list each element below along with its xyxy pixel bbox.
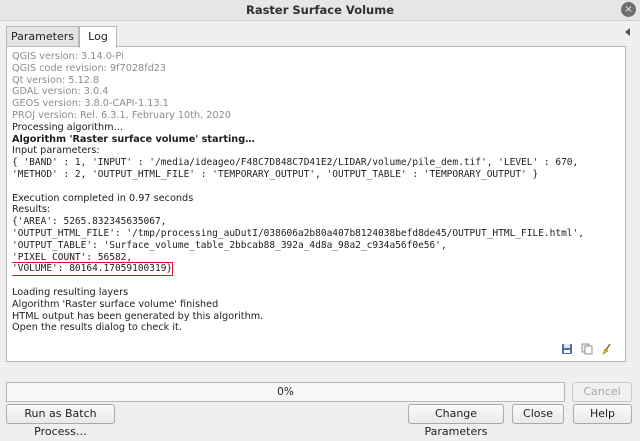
cancel-button[interactable]: Cancel (572, 382, 632, 402)
copy-log-icon[interactable] (581, 343, 593, 355)
log-line: GDAL version: 3.0.4 (12, 86, 109, 98)
log-line-blank (12, 275, 620, 287)
log-line-blank (12, 181, 620, 193)
progress-label: 0% (277, 386, 294, 398)
log-text: QGIS version: 3.14.0-Pi QGIS code revisi… (12, 51, 620, 341)
log-line-result: 'PIXEL_COUNT': 56582, (12, 251, 133, 263)
tab-parameters[interactable]: Parameters (6, 26, 79, 46)
change-parameters-button[interactable]: Change Parameters (408, 404, 504, 438)
log-line: QGIS code revision: 9f7028fd23 (12, 62, 167, 74)
close-window-button[interactable]: × (621, 2, 636, 17)
close-button[interactable]: Close (512, 404, 564, 424)
log-line: Loading resulting layers (12, 286, 129, 298)
log-line: Algorithm 'Raster surface volume' finish… (12, 298, 219, 310)
log-line-result: {'AREA': 5265.832345635067, (12, 216, 167, 228)
log-line: Execution completed in 0.97 seconds (12, 192, 194, 204)
run-as-batch-button[interactable]: Run as Batch Process… (6, 404, 115, 438)
log-line-result: 'OUTPUT_HTML_FILE': '/tmp/processing_auD… (12, 227, 584, 239)
log-line-volume-result: 'VOLUME': 80164.17059100319} (12, 262, 620, 277)
collapse-panel-arrow-icon[interactable] (625, 28, 630, 36)
save-log-icon[interactable] (561, 343, 573, 355)
clear-log-icon[interactable] (601, 343, 613, 355)
log-line: QGIS version: 3.14.0-Pi (12, 51, 124, 62)
tab-log[interactable]: Log (79, 26, 117, 48)
log-line: Input parameters: (12, 145, 100, 157)
log-line-params: { 'BAND' : 1, 'INPUT' : '/media/ideageo/… (12, 157, 579, 169)
log-panel[interactable]: QGIS version: 3.14.0-Pi QGIS code revisi… (6, 46, 626, 362)
log-toolbar (561, 343, 617, 357)
log-line: Open the results dialog to check it. (12, 322, 182, 334)
log-line-params: 'METHOD' : 2, 'OUTPUT_HTML_FILE' : 'TEMP… (12, 168, 539, 180)
window-title: Raster Surface Volume (245, 3, 395, 17)
log-line: HTML output has been generated by this a… (12, 310, 264, 322)
log-line-algorithm-start: Algorithm 'Raster surface volume' starti… (12, 133, 255, 145)
log-line-result: 'OUTPUT_TABLE': 'Surface_volume_table_2b… (12, 239, 447, 251)
log-line: PROJ version: Rel. 6.3.1, February 10th,… (12, 109, 231, 121)
progress-bar: 0% (6, 382, 565, 402)
log-line: Qt version: 5.12.8 (12, 74, 100, 86)
log-line: Processing algorithm… (12, 121, 124, 133)
title-bar: Raster Surface Volume × (0, 0, 640, 21)
volume-highlight-box: 'VOLUME': 80164.17059100319} (12, 262, 174, 277)
help-button[interactable]: Help (573, 404, 632, 424)
log-line: GEOS version: 3.8.0-CAPI-1.13.1 (12, 98, 169, 110)
log-line: Results: (12, 204, 51, 216)
